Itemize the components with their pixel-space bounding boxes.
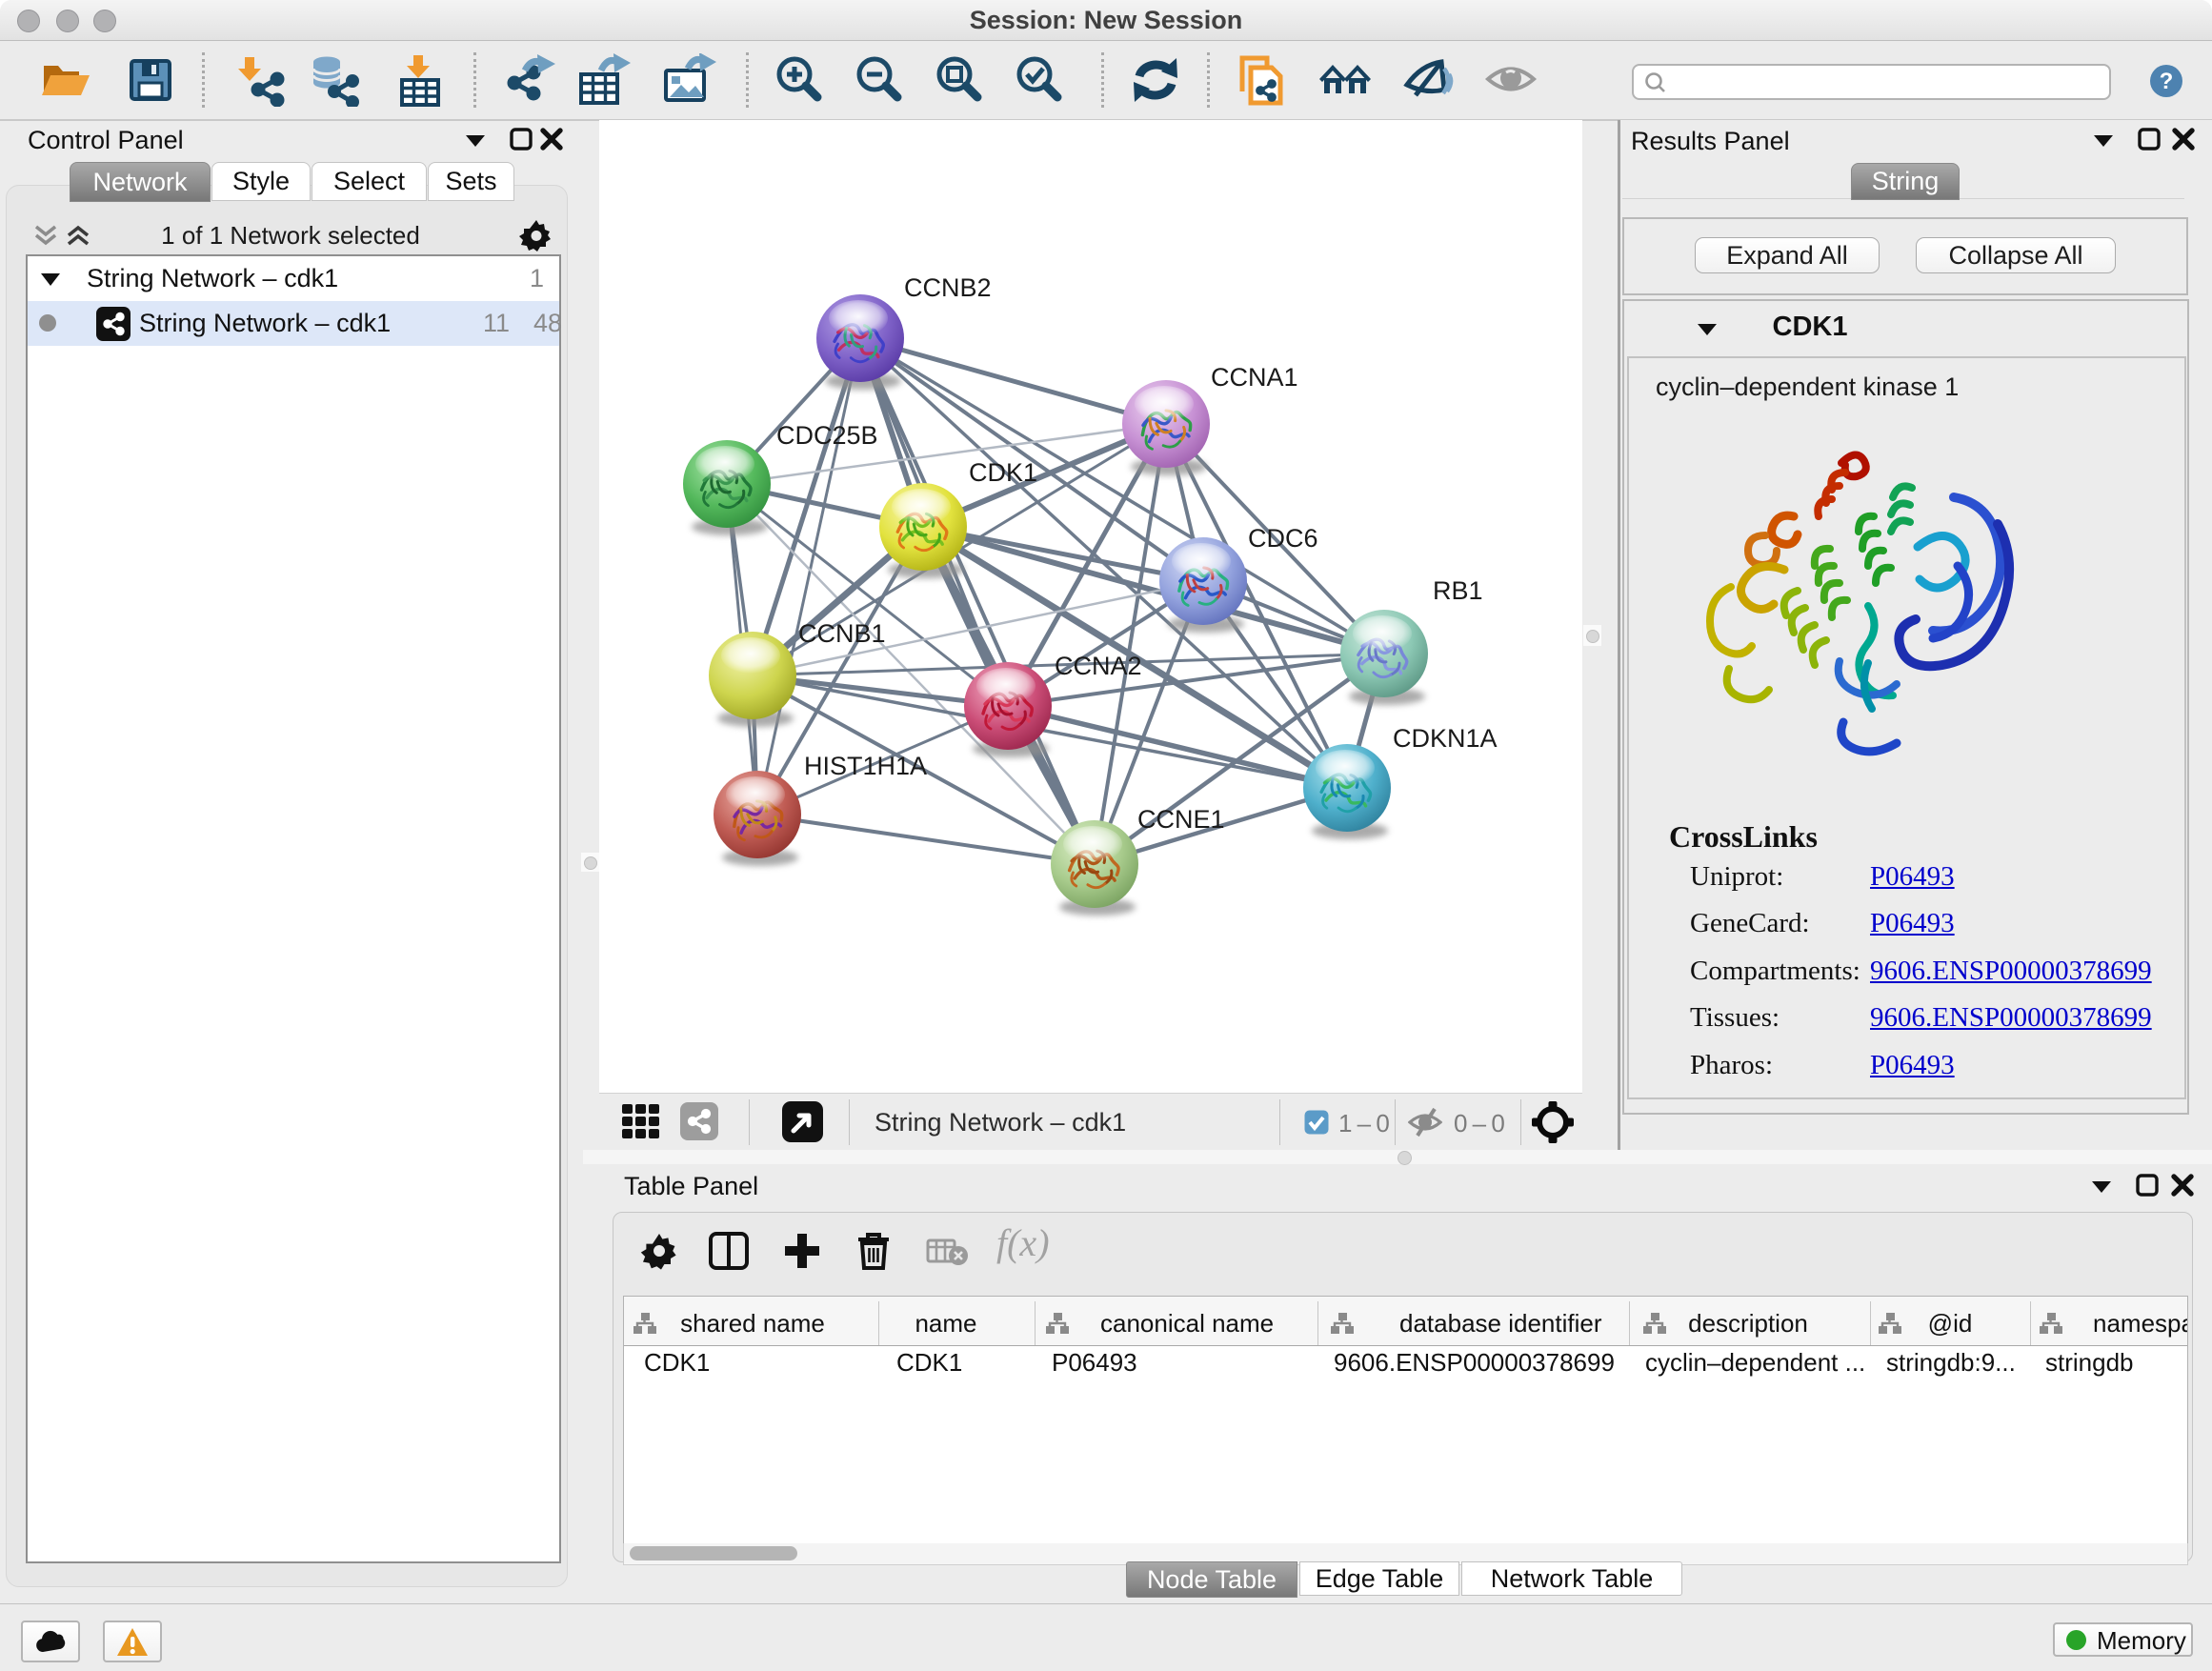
svg-text:CCNB1: CCNB1 [798,619,886,648]
svg-text:HIST1H1A: HIST1H1A [804,752,927,780]
svg-text:CCNE1: CCNE1 [1137,805,1225,834]
svg-text:CDC25B: CDC25B [776,421,878,450]
svg-text:RB1: RB1 [1433,576,1483,605]
svg-text:CDKN1A: CDKN1A [1393,724,1498,753]
svg-text:CCNA2: CCNA2 [1055,652,1142,680]
svg-text:?: ? [2160,69,2174,94]
svg-text:CDC6: CDC6 [1248,524,1318,553]
svg-text:CCNB2: CCNB2 [904,273,992,302]
svg-text:CDK1: CDK1 [969,458,1037,487]
svg-text:CCNA1: CCNA1 [1211,363,1298,392]
